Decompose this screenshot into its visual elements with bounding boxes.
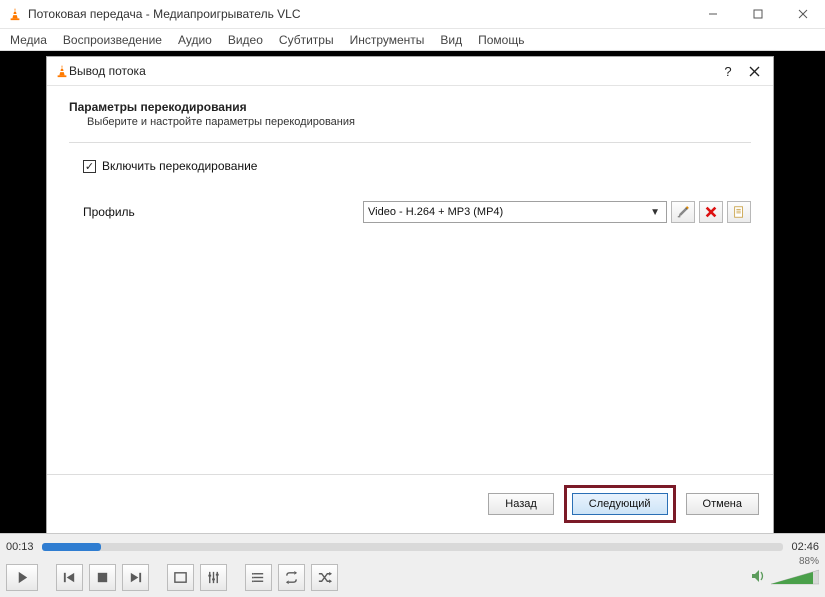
volume-percent: 88% [799,556,819,567]
menu-video[interactable]: Видео [222,31,269,49]
minimize-button[interactable] [690,0,735,28]
next-track-button[interactable] [122,564,149,591]
profile-value: Video - H.264 + MP3 (MP4) [368,206,503,218]
new-profile-button[interactable] [727,201,751,223]
next-button[interactable]: Следующий [572,493,668,515]
menu-audio[interactable]: Аудио [172,31,218,49]
profile-label: Профиль [83,205,363,219]
player-controls: 00:13 02:46 [0,533,825,597]
transcoding-heading: Параметры перекодирования [69,100,751,114]
dialog-title: Вывод потока [69,64,715,78]
profile-dropdown[interactable]: Video - H.264 + MP3 (MP4) ▼ [363,201,667,223]
window-title: Потоковая передача - Медиапроигрыватель … [28,7,690,21]
menu-view[interactable]: Вид [434,31,468,49]
speaker-icon[interactable] [751,569,767,586]
volume-slider[interactable]: 88% [771,568,819,586]
extended-settings-button[interactable] [200,564,227,591]
menu-subtitles[interactable]: Субтитры [273,31,340,49]
dialog-help-button[interactable]: ? [715,60,741,82]
delete-profile-button[interactable] [699,201,723,223]
window-titlebar: Потоковая передача - Медиапроигрыватель … [0,0,825,29]
play-button[interactable] [6,564,38,591]
vlc-cone-icon [8,7,22,21]
edit-profile-button[interactable] [671,201,695,223]
menu-playback[interactable]: Воспроизведение [57,31,168,49]
next-button-highlight: Следующий [564,485,676,523]
menu-media[interactable]: Медиа [4,31,53,49]
menubar: Медиа Воспроизведение Аудио Видео Субтит… [0,29,825,51]
fullscreen-button[interactable] [167,564,194,591]
cancel-button[interactable]: Отмена [686,493,759,515]
stop-button[interactable] [89,564,116,591]
chevron-down-icon: ▼ [648,207,662,218]
menu-tools[interactable]: Инструменты [344,31,431,49]
time-duration: 02:46 [791,541,819,553]
menu-help[interactable]: Помощь [472,31,530,49]
transcode-label: Включить перекодирование [102,159,257,173]
back-button[interactable]: Назад [488,493,554,515]
maximize-button[interactable] [735,0,780,28]
time-elapsed: 00:13 [6,541,34,553]
transcoding-sub: Выберите и настройте параметры перекодир… [87,116,751,128]
stream-output-dialog: Вывод потока ? Параметры перекодирования… [46,56,774,534]
dialog-close-button[interactable] [741,60,767,82]
playlist-button[interactable] [245,564,272,591]
prev-button[interactable] [56,564,83,591]
loop-button[interactable] [278,564,305,591]
close-button[interactable] [780,0,825,28]
shuffle-button[interactable] [311,564,338,591]
seek-bar[interactable] [42,543,784,551]
vlc-cone-icon [55,64,69,78]
transcode-checkbox[interactable]: ✓ [83,160,96,173]
